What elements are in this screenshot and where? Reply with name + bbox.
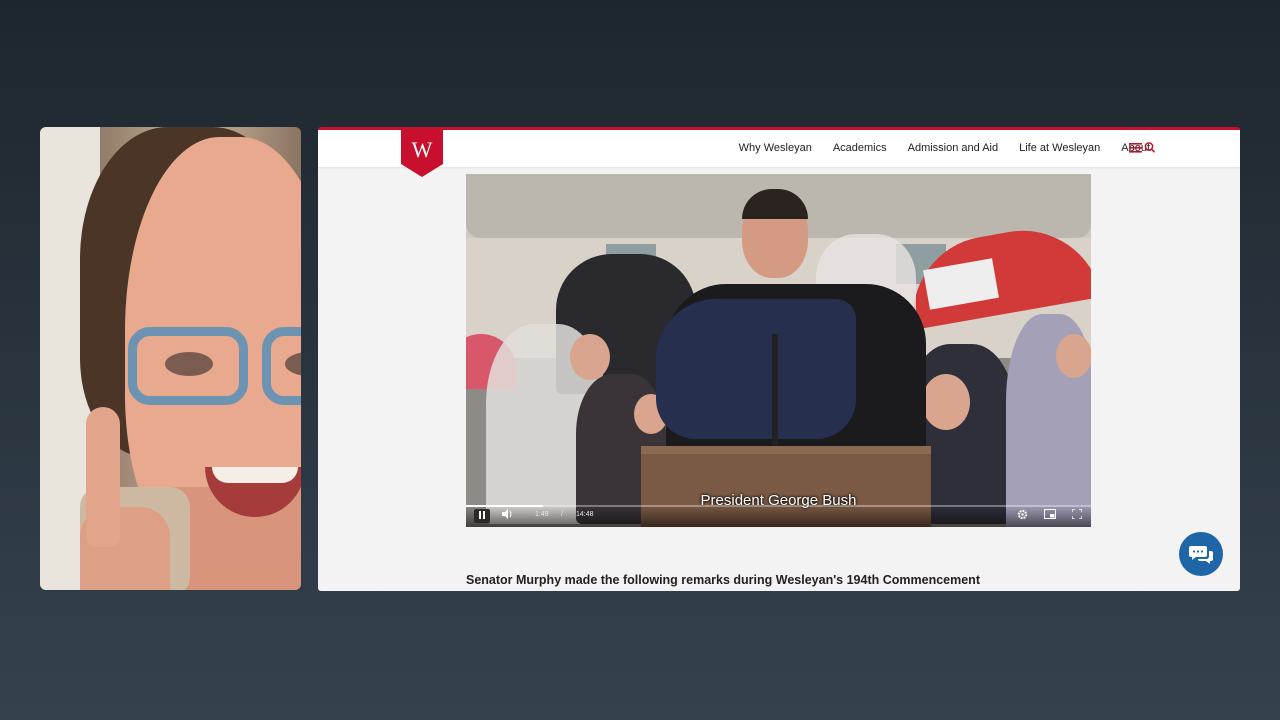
fullscreen-button[interactable] bbox=[1071, 508, 1083, 521]
time-separator: / bbox=[561, 511, 563, 518]
video-scene-face bbox=[1056, 334, 1091, 378]
search-icon bbox=[1144, 142, 1156, 153]
video-speaker-hood bbox=[656, 299, 856, 439]
video-scene-face bbox=[570, 334, 610, 380]
volume-icon bbox=[502, 509, 512, 519]
gear-icon bbox=[1017, 509, 1028, 520]
site-header: W Why Wesleyan Academics Admission and A… bbox=[318, 130, 1240, 177]
hamburger-icon bbox=[1129, 143, 1142, 153]
pause-icon bbox=[479, 511, 485, 519]
cam-teeth bbox=[212, 467, 298, 483]
logo-letter: W bbox=[412, 137, 433, 162]
nav-why-wesleyan[interactable]: Why Wesleyan bbox=[739, 142, 812, 154]
video-mic-stand bbox=[772, 334, 778, 449]
nav-academics[interactable]: Academics bbox=[833, 142, 887, 154]
webcam-feed bbox=[40, 127, 301, 590]
video-scene-face bbox=[922, 374, 970, 430]
video-player[interactable]: President George Bush 1:49 / 14:48 bbox=[466, 174, 1091, 527]
chat-button[interactable] bbox=[1179, 532, 1223, 576]
video-controls: 1:49 / 14:48 bbox=[466, 505, 1091, 527]
chat-icon bbox=[1189, 546, 1213, 564]
article-intro: Senator Murphy made the following remark… bbox=[466, 573, 980, 587]
cam-finger bbox=[86, 407, 120, 547]
nav-admission-aid[interactable]: Admission and Aid bbox=[908, 142, 999, 154]
nav-life-at-wesleyan[interactable]: Life at Wesleyan bbox=[1019, 142, 1100, 154]
settings-button[interactable] bbox=[1017, 509, 1028, 522]
cam-glasses-left bbox=[128, 327, 248, 405]
volume-button[interactable] bbox=[502, 509, 513, 521]
fullscreen-icon bbox=[1071, 508, 1083, 520]
main-nav: Why Wesleyan Academics Admission and Aid… bbox=[718, 142, 1150, 154]
current-time: 1:49 bbox=[535, 511, 549, 518]
pause-button[interactable] bbox=[474, 509, 490, 523]
progress-bar[interactable] bbox=[466, 505, 1091, 507]
picture-in-picture-icon bbox=[1044, 509, 1056, 519]
progress-fill bbox=[466, 505, 543, 507]
cam-glasses-right bbox=[262, 327, 301, 405]
browser-window: W Why Wesleyan Academics Admission and A… bbox=[318, 127, 1240, 591]
duration: 14:48 bbox=[576, 511, 594, 518]
pip-button[interactable] bbox=[1044, 509, 1056, 521]
menu-search-button[interactable] bbox=[1129, 141, 1157, 155]
wesleyan-logo[interactable]: W bbox=[401, 130, 443, 177]
